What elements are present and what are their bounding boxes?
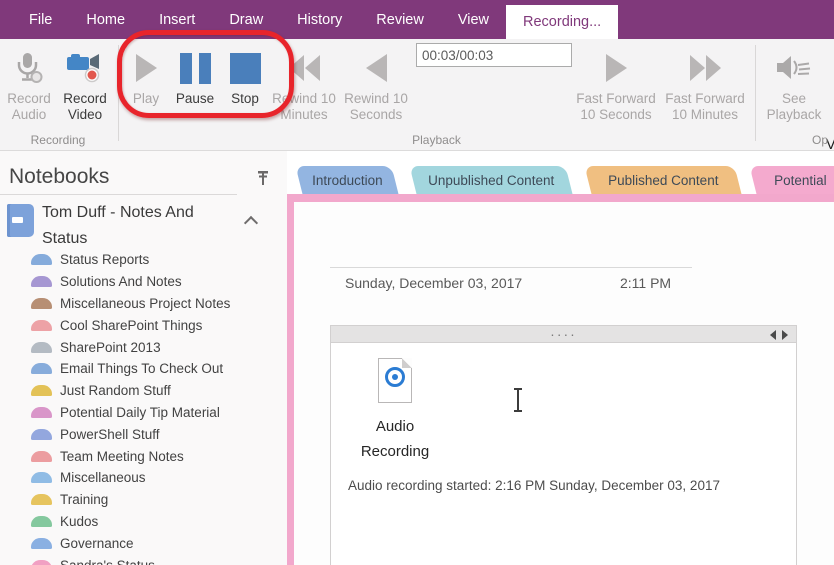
rewind-10-seconds-button[interactable]: Rewind 10 Seconds [340, 45, 412, 123]
section-item-email-things-to-check-out[interactable]: Email Things To Check Out [0, 358, 282, 380]
page-tab-strip: Introduction Unpublished Content Publish… [287, 151, 834, 194]
section-icon [31, 406, 52, 418]
section-item-sharepoint-2013[interactable]: SharePoint 2013 [0, 336, 282, 358]
section-item-potential-daily-tip-material[interactable]: Potential Daily Tip Material [0, 402, 282, 424]
page-tab-unpublished-content[interactable]: Unpublished Content [409, 166, 573, 194]
section-item-status-reports[interactable]: Status Reports [0, 249, 282, 271]
tab-view[interactable]: View [441, 0, 506, 39]
page-date: Sunday, December 03, 2017 [345, 275, 523, 291]
notebook-icon [7, 204, 34, 237]
scroll-right-icon[interactable] [782, 330, 788, 340]
record-video-button[interactable]: Record Video [56, 45, 114, 123]
tab-home[interactable]: Home [69, 0, 142, 39]
play-button[interactable]: Play [124, 45, 168, 107]
page-time: 2:11 PM [620, 275, 672, 291]
see-playback-button[interactable]: See Playback [762, 45, 826, 123]
note-container: ···· Audio Recording Audio recording sta… [330, 325, 797, 565]
section-item-sandras-status[interactable]: Sandra's Status [0, 554, 282, 565]
notebooks-pane: Notebooks Tom Duff - Notes And Status St… [0, 151, 287, 565]
playback-time-input[interactable] [416, 43, 572, 67]
notebooks-pane-title: Notebooks [9, 165, 110, 188]
section-item-powershell-stuff[interactable]: PowerShell Stuff [0, 423, 282, 445]
stop-button[interactable]: Stop [221, 45, 269, 107]
options-group-label: Op [812, 133, 829, 147]
scroll-left-icon[interactable] [770, 330, 776, 340]
fast-forward-double-icon [689, 45, 721, 91]
fast-forward-10-minutes-button[interactable]: Fast Forward 10 Minutes [662, 45, 748, 123]
active-section-strip-vertical [287, 194, 294, 565]
tab-file[interactable]: File [12, 0, 69, 39]
section-icon [31, 559, 52, 565]
ribbon-tab-bar: File Home Insert Draw History Review Vie… [0, 0, 834, 39]
rewind-icon [365, 45, 387, 91]
recording-group-label: Recording [30, 133, 86, 147]
divider [330, 267, 692, 268]
audio-recording-caption: Audio recording started: 2:16 PM Sunday,… [348, 478, 720, 493]
group-separator [755, 45, 756, 141]
section-icon [31, 515, 52, 527]
notebook-name: Tom Duff - Notes And Status [42, 204, 194, 247]
ribbon: Record Audio Record Video Play Pause Sto… [0, 39, 834, 153]
rewind-double-icon [288, 45, 320, 91]
note-container-handle[interactable]: ···· [331, 326, 796, 343]
microphone-icon [14, 45, 44, 91]
play-icon [135, 45, 157, 91]
section-icon [31, 450, 52, 462]
playback-group-label: Playback [412, 133, 461, 147]
tab-review[interactable]: Review [359, 0, 441, 39]
page-tab-published-content[interactable]: Published Content [584, 166, 742, 194]
section-item-cool-sharepoint-things[interactable]: Cool SharePoint Things [0, 314, 282, 336]
rewind-10-minutes-button[interactable]: Rewind 10 Minutes [270, 45, 338, 123]
tab-draw[interactable]: Draw [212, 0, 280, 39]
pause-icon [179, 45, 211, 91]
section-icon [31, 297, 52, 309]
page-fold [402, 358, 412, 368]
section-list: Status Reports Solutions And Notes Misce… [0, 249, 282, 565]
section-icon [31, 276, 52, 288]
tab-recording[interactable]: Recording... [506, 5, 619, 39]
page-tab-introduction[interactable]: Introduction [295, 166, 399, 194]
tab-insert[interactable]: Insert [142, 0, 212, 39]
fast-forward-10-seconds-button[interactable]: Fast Forward 10 Seconds [570, 45, 662, 123]
section-item-just-random-stuff[interactable]: Just Random Stuff [0, 380, 282, 402]
section-item-solutions-and-notes[interactable]: Solutions And Notes [0, 271, 282, 293]
section-icon [31, 363, 52, 375]
drag-handle-icon: ···· [550, 326, 577, 342]
section-icon [31, 341, 52, 353]
section-icon [31, 494, 52, 506]
tab-history[interactable]: History [280, 0, 359, 39]
pin-icon[interactable] [256, 171, 270, 186]
page-tab-potential[interactable]: Potential [749, 166, 834, 194]
section-icon [31, 472, 52, 484]
chevron-up-icon[interactable] [243, 215, 259, 231]
text-cursor-icon [514, 388, 522, 412]
section-item-team-meeting-notes[interactable]: Team Meeting Notes [0, 445, 282, 467]
audio-recording-file-icon[interactable] [378, 358, 412, 403]
audio-disc-center [392, 374, 398, 380]
section-icon [31, 319, 52, 331]
record-audio-button[interactable]: Record Audio [2, 45, 56, 123]
stop-icon [229, 45, 261, 91]
section-item-miscellaneous-project-notes[interactable]: Miscellaneous Project Notes [0, 293, 282, 315]
section-item-governance[interactable]: Governance [0, 532, 282, 554]
section-icon [31, 385, 52, 397]
video-camera-icon [66, 45, 104, 91]
section-item-miscellaneous[interactable]: Miscellaneous [0, 467, 282, 489]
audio-recording-label: Audio Recording [360, 418, 430, 460]
fast-forward-icon [605, 45, 627, 91]
onenote-window: File Home Insert Draw History Review Vie… [0, 0, 834, 565]
pause-button[interactable]: Pause [170, 45, 220, 107]
group-separator [118, 45, 119, 141]
active-section-strip [287, 194, 834, 202]
section-item-training[interactable]: Training [0, 489, 282, 511]
page-canvas[interactable]: Sunday, December 03, 2017 2:11 PM ···· A… [294, 202, 834, 565]
section-icon [31, 254, 52, 266]
section-item-kudos[interactable]: Kudos [0, 511, 282, 533]
speaker-icon [776, 45, 812, 91]
divider [0, 194, 237, 195]
section-icon [31, 428, 52, 440]
section-icon [31, 537, 52, 549]
